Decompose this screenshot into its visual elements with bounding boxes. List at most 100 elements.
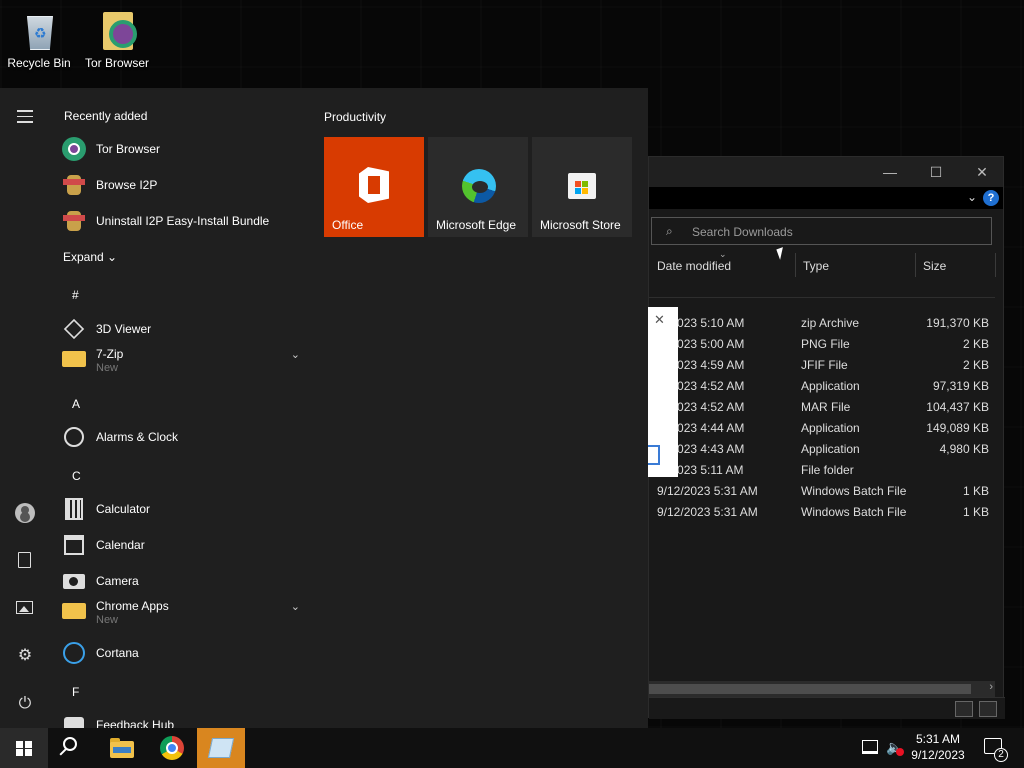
app-tor-browser[interactable]: Tor Browser <box>62 132 302 166</box>
power-icon[interactable]: ⏻ <box>12 691 38 717</box>
chevron-down-icon: ⌄ <box>107 250 118 264</box>
horizontal-scrollbar[interactable]: › <box>649 681 995 697</box>
column-headers: ⌄ Date modified Type Size <box>649 249 1005 279</box>
app-alarms-clock[interactable]: Alarms & Clock <box>62 420 302 454</box>
column-header-date-modified[interactable]: Date modified <box>657 259 731 273</box>
taskbar: 🔈 5:31 AM 9/12/2023 2 <box>0 728 1024 768</box>
search-button[interactable] <box>48 728 96 768</box>
scrollbar-thumb[interactable] <box>649 684 971 694</box>
table-row[interactable]: /2/2023 4:52 AM MAR File 104,437 KB <box>649 397 1005 418</box>
file-size: 149,089 KB <box>926 421 989 435</box>
table-row[interactable]: /2/2023 5:10 AM zip Archive 191,370 KB <box>649 313 1005 334</box>
app-name: Tor Browser <box>96 142 161 156</box>
search-downloads-input[interactable]: ⌕ Search Downloads <box>651 217 992 245</box>
column-header-type[interactable]: Type <box>803 259 829 273</box>
explorer-ribbon: ⌄ ? <box>649 187 1003 209</box>
app-name: Calculator <box>96 502 151 516</box>
status-bar <box>649 697 1005 719</box>
letter-header-a[interactable]: A <box>72 397 80 411</box>
table-row[interactable]: /2/2023 5:00 AM PNG File 2 KB <box>649 334 1005 355</box>
app-name: Alarms & Clock <box>96 430 179 444</box>
table-row[interactable]: 9/12/2023 5:31 AM Windows Batch File 1 KB <box>649 502 1005 523</box>
file-size: 2 KB <box>962 358 989 372</box>
letter-header-c[interactable]: C <box>72 469 81 483</box>
table-row[interactable]: /2/2023 5:11 AM File folder <box>649 460 1005 481</box>
chevron-down-icon[interactable]: ⌄ <box>291 600 300 613</box>
taskbar-notepad[interactable] <box>197 728 245 768</box>
taskbar-clock[interactable]: 5:31 AM 9/12/2023 <box>900 731 976 763</box>
file-size: 4,980 KB <box>939 442 989 456</box>
table-row[interactable]: /2/2023 4:52 AM Application 97,319 KB <box>649 376 1005 397</box>
app-browse-i2p[interactable]: Browse I2P <box>62 168 302 202</box>
letter-header-f[interactable]: F <box>72 685 79 699</box>
maximize-button[interactable]: ☐ <box>913 157 959 187</box>
expand-label: Expand <box>63 250 104 264</box>
details-view-button[interactable] <box>955 701 973 717</box>
app-name: Cortana <box>96 646 139 660</box>
hamburger-menu-icon[interactable] <box>17 110 33 127</box>
start-menu: ⚙ ⏻ Recently added Tor Browser Browse I2… <box>0 88 648 728</box>
scroll-right-arrow-icon[interactable]: › <box>989 681 993 693</box>
recycle-bin-icon <box>17 10 61 54</box>
user-account-icon[interactable] <box>15 503 35 523</box>
column-divider[interactable] <box>915 253 916 277</box>
close-icon[interactable]: ✕ <box>654 312 665 328</box>
camera-icon <box>62 569 86 593</box>
desktop-icon-tor-browser[interactable]: Tor Browser <box>79 2 155 70</box>
large-icons-view-button[interactable] <box>979 701 997 717</box>
documents-icon[interactable] <box>18 552 31 568</box>
search-icon <box>63 737 77 751</box>
table-row[interactable]: /2/2023 4:43 AM Application 4,980 KB <box>649 439 1005 460</box>
chevron-down-icon[interactable]: ⌄ <box>291 348 300 361</box>
table-row[interactable]: /2/2023 4:44 AM Application 149,089 KB <box>649 418 1005 439</box>
file-size: 104,437 KB <box>926 400 989 414</box>
app-7-zip[interactable]: 7-Zip New ⌄ <box>62 340 302 374</box>
pictures-icon[interactable] <box>16 601 33 614</box>
start-rail: ⚙ ⏻ <box>0 88 48 728</box>
taskbar-file-explorer[interactable] <box>98 728 146 768</box>
app-calendar[interactable]: Calendar <box>62 528 302 562</box>
tile-label: Office <box>332 218 364 232</box>
clock-date: 9/12/2023 <box>911 748 965 762</box>
tor-browser-icon <box>95 10 139 54</box>
dialog-input-edge[interactable] <box>648 445 660 465</box>
tile-microsoft-store[interactable]: Microsoft Store <box>532 137 632 237</box>
network-icon[interactable] <box>862 740 878 754</box>
search-placeholder: Search Downloads <box>692 225 793 239</box>
app-name: Uninstall I2P Easy-Install Bundle <box>96 214 270 228</box>
edge-icon <box>462 169 496 203</box>
app-calculator[interactable]: Calculator <box>62 492 302 526</box>
taskbar-chrome[interactable] <box>148 728 196 768</box>
expand-button[interactable]: Expand ⌄ <box>63 250 117 264</box>
app-chrome-apps[interactable]: Chrome Apps New ⌄ <box>62 592 302 626</box>
table-row[interactable]: /2/2023 4:59 AM JFIF File 2 KB <box>649 355 1005 376</box>
app-cortana[interactable]: Cortana <box>62 636 302 670</box>
desktop-icon-label: Recycle Bin <box>7 56 71 70</box>
calculator-icon <box>62 497 86 521</box>
settings-gear-icon[interactable]: ⚙ <box>12 643 38 669</box>
tile-microsoft-edge[interactable]: Microsoft Edge <box>428 137 528 237</box>
file-type: Application <box>801 442 860 456</box>
tile-label: Microsoft Edge <box>436 218 517 232</box>
tiles-group-title: Productivity <box>324 110 387 124</box>
chrome-icon <box>160 736 184 760</box>
ribbon-expand-chevron-icon[interactable]: ⌄ <box>967 190 977 204</box>
column-header-size[interactable]: Size <box>923 259 946 273</box>
desktop-icon-recycle-bin[interactable]: Recycle Bin <box>1 2 77 70</box>
column-divider[interactable] <box>795 253 796 277</box>
start-button[interactable] <box>0 728 48 768</box>
app-uninstall-i2p[interactable]: Uninstall I2P Easy-Install Bundle <box>62 204 302 238</box>
tile-office[interactable]: Office <box>324 137 424 237</box>
minimize-button[interactable]: — <box>867 157 913 187</box>
3d-viewer-icon <box>62 317 86 341</box>
desktop-icon-label: Tor Browser <box>84 56 149 70</box>
close-button[interactable]: ✕ <box>959 157 1005 187</box>
app-feedback-hub[interactable]: Feedback Hub <box>62 708 302 728</box>
table-row[interactable]: 9/12/2023 5:31 AM Windows Batch File 1 KB <box>649 481 1005 502</box>
i2p-icon <box>62 209 86 233</box>
column-divider[interactable] <box>995 253 996 277</box>
help-icon[interactable]: ? <box>983 190 999 206</box>
tor-browser-icon <box>62 137 86 161</box>
letter-header-hash[interactable]: # <box>72 288 79 302</box>
new-badge: New <box>96 614 119 626</box>
